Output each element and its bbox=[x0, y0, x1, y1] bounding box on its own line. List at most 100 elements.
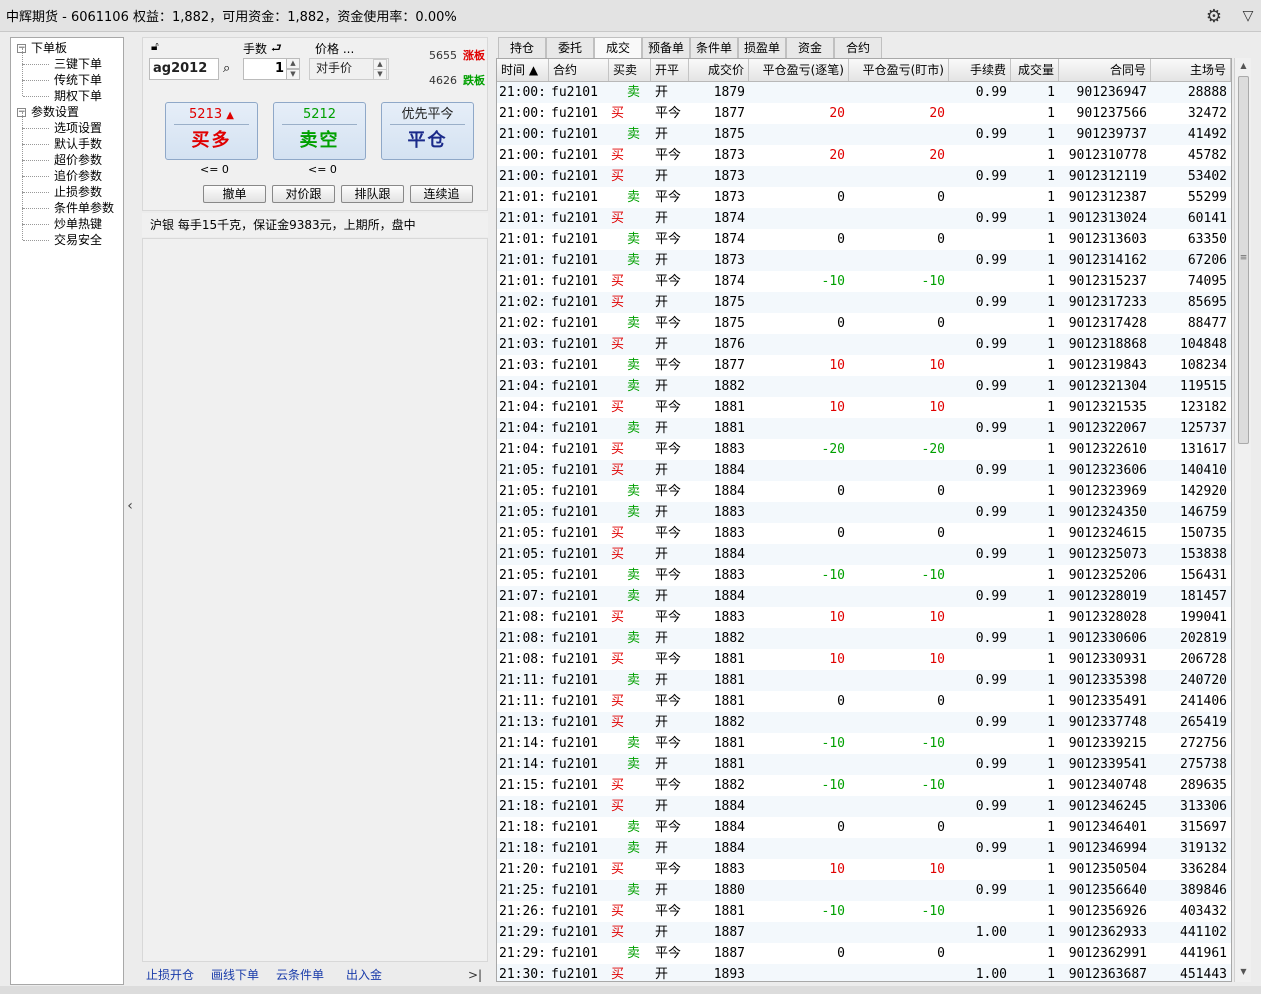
symbol-input[interactable]: ag2012 bbox=[149, 58, 219, 80]
table-row[interactable]: 21:18: fu2101 卖开 1884 0.99 1 9012346994 319132 bbox=[497, 838, 1231, 859]
qty-toggle-icon[interactable]: ⮐ bbox=[271, 39, 282, 60]
stop-loss-open-link[interactable]: 止损开仓 bbox=[146, 964, 194, 986]
scroll-up-icon[interactable]: ▲ bbox=[1235, 58, 1252, 74]
table-row[interactable]: 21:30: fu2101 买 开 1893 1.00 1 9012363687 451443 bbox=[497, 964, 1231, 981]
table-row[interactable]: 21:18: fu2101 卖平今 1884 0 0 1 9012346401 315697 bbox=[497, 817, 1231, 838]
table-row[interactable]: 21:01: fu2101 卖开 1873 0.99 1 9012314162 67206 bbox=[497, 250, 1231, 271]
cloud-condition-link[interactable]: 云条件单 bbox=[276, 964, 324, 986]
price-label[interactable]: 价格 ... bbox=[315, 40, 354, 57]
table-row[interactable]: 21:08: fu2101 买 平今 1883 10 10 1 9012328028 199041 bbox=[497, 607, 1231, 628]
tree-item[interactable]: 选项设置 bbox=[11, 112, 123, 136]
tab-2[interactable]: 成交 bbox=[594, 37, 642, 58]
scroll-down-icon[interactable]: ▼ bbox=[1235, 964, 1252, 980]
table-row[interactable]: 21:29: fu2101 买 开 1887 1.00 1 9012362933 441102 bbox=[497, 922, 1231, 943]
table-row[interactable]: 21:11: fu2101 卖开 1881 0.99 1 9012335398 240720 bbox=[497, 670, 1231, 691]
table-row[interactable]: 21:08: fu2101 买 平今 1881 10 10 1 9012330931 206728 bbox=[497, 649, 1231, 670]
column-header[interactable]: 主场号 bbox=[1151, 59, 1231, 81]
queue-follow-button[interactable]: 排队跟 bbox=[341, 185, 404, 203]
table-row[interactable]: 21:01: fu2101 买 开 1874 0.99 1 9012313024 60141 bbox=[497, 208, 1231, 229]
tree-group-1[interactable]: − 参数设置 bbox=[11, 104, 123, 120]
column-header[interactable]: 成交价 bbox=[689, 59, 749, 81]
qty-input[interactable]: 1 bbox=[243, 58, 289, 80]
table-row[interactable]: 21:08: fu2101 卖开 1882 0.99 1 9012330606 202819 bbox=[497, 628, 1231, 649]
table-row[interactable]: 21:00: fu2101 买 平今 1877 20 20 1 901237566 32472 bbox=[497, 103, 1231, 124]
table-row[interactable]: 21:05: fu2101 买 平今 1883 0 0 1 9012324615 150735 bbox=[497, 523, 1231, 544]
tree-item[interactable]: 止损参数 bbox=[11, 176, 123, 200]
qty-down-icon[interactable]: ▼ bbox=[286, 69, 300, 80]
table-row[interactable]: 21:15: fu2101 买 平今 1882 -10 -10 1 9012340748 2896… bbox=[497, 775, 1231, 796]
table-row[interactable]: 21:00: fu2101 卖开 1879 0.99 1 901236947 28888 bbox=[497, 82, 1231, 103]
table-row[interactable]: 21:04: fu2101 买 平今 1881 10 10 1 9012321535 123182 bbox=[497, 397, 1231, 418]
table-row[interactable]: 21:25: fu2101 卖开 1880 0.99 1 9012356640 389846 bbox=[497, 880, 1231, 901]
tree-item[interactable]: 交易安全 bbox=[11, 224, 123, 248]
table-row[interactable]: 21:04: fu2101 买 平今 1883 -20 -20 1 9012322610 1316… bbox=[497, 439, 1231, 460]
tree-item[interactable]: 三键下单 bbox=[11, 48, 123, 72]
expand-end-icon[interactable]: >| bbox=[468, 964, 482, 986]
collapse-left-icon[interactable]: ‹ bbox=[124, 498, 136, 518]
tab-7[interactable]: 合约 bbox=[834, 37, 882, 58]
table-row[interactable]: 21:00: fu2101 卖开 1875 0.99 1 901239737 41492 bbox=[497, 124, 1231, 145]
close-position-button[interactable]: 优先平今 平仓 bbox=[381, 102, 474, 160]
column-header[interactable]: 合约 bbox=[549, 59, 609, 81]
tab-1[interactable]: 委托 bbox=[546, 37, 594, 58]
qty-up-icon[interactable]: ▲ bbox=[286, 58, 300, 69]
column-header[interactable]: 成交量 bbox=[1011, 59, 1059, 81]
column-header[interactable]: 平仓盈亏(逐笔) bbox=[749, 59, 849, 81]
tree-item[interactable]: 期权下单 bbox=[11, 80, 123, 104]
column-header[interactable]: 平仓盈亏(盯市) bbox=[849, 59, 949, 81]
price-down-icon[interactable]: ▼ bbox=[373, 69, 387, 80]
sell-short-button[interactable]: 5212 卖空 bbox=[273, 102, 366, 160]
tree-item[interactable]: 炒单热键 bbox=[11, 208, 123, 232]
table-row[interactable]: 21:02: fu2101 卖平今 1875 0 0 1 9012317428 88477 bbox=[497, 313, 1231, 334]
cancel-order-button[interactable]: 撤单 bbox=[203, 185, 266, 203]
table-row[interactable]: 21:07: fu2101 卖开 1884 0.99 1 9012328019 181457 bbox=[497, 586, 1231, 607]
line-order-link[interactable]: 画线下单 bbox=[211, 964, 259, 986]
tree-item[interactable]: 传统下单 bbox=[11, 64, 123, 88]
search-icon[interactable]: ⌕ bbox=[223, 61, 230, 76]
table-row[interactable]: 21:01: fu2101 卖平今 1873 0 0 1 9012312387 55299 bbox=[497, 187, 1231, 208]
tree-item[interactable]: 追价参数 bbox=[11, 160, 123, 184]
fund-transfer-link[interactable]: 出入金 bbox=[346, 964, 382, 986]
table-row[interactable]: 21:02: fu2101 买 开 1875 0.99 1 9012317233 85695 bbox=[497, 292, 1231, 313]
tree-item[interactable]: 条件单参数 bbox=[11, 192, 123, 216]
column-header[interactable]: 手续费 bbox=[949, 59, 1011, 81]
table-row[interactable]: 21:01: fu2101 买 平今 1874 -10 -10 1 9012315237 7409… bbox=[497, 271, 1231, 292]
table-row[interactable]: 21:11: fu2101 买 平今 1881 0 0 1 9012335491 241406 bbox=[497, 691, 1231, 712]
column-header[interactable]: 买卖 bbox=[609, 59, 651, 81]
gear-icon[interactable]: ⚙ bbox=[1204, 6, 1224, 27]
tab-4[interactable]: 条件单 bbox=[690, 37, 738, 58]
chevron-down-icon[interactable]: ▽ bbox=[1238, 6, 1258, 26]
table-row[interactable]: 21:01: fu2101 卖平今 1874 0 0 1 9012313603 63350 bbox=[497, 229, 1231, 250]
follow-opponent-button[interactable]: 对价跟 bbox=[272, 185, 335, 203]
table-row[interactable]: 21:14: fu2101 卖平今 1881 -10 -10 1 9012339215 2727… bbox=[497, 733, 1231, 754]
table-row[interactable]: 21:03: fu2101 买 开 1876 0.99 1 9012318868 104848 bbox=[497, 334, 1231, 355]
table-row[interactable]: 21:05: fu2101 卖平今 1883 -10 -10 1 9012325206 1564… bbox=[497, 565, 1231, 586]
table-row[interactable]: 21:05: fu2101 买 开 1884 0.99 1 9012323606 140410 bbox=[497, 460, 1231, 481]
table-row[interactable]: 21:20: fu2101 买 平今 1883 10 10 1 9012350504 336284 bbox=[497, 859, 1231, 880]
vertical-scrollbar[interactable]: ▲ ≡ ▼ bbox=[1234, 58, 1251, 982]
table-row[interactable]: 21:26: fu2101 买 平今 1881 -10 -10 1 9012356926 4034… bbox=[497, 901, 1231, 922]
tab-6[interactable]: 资金 bbox=[786, 37, 834, 58]
lock-icon[interactable]: 🔓︎ bbox=[151, 39, 159, 54]
tree-item[interactable]: 默认手数 bbox=[11, 128, 123, 152]
table-row[interactable]: 21:04: fu2101 卖开 1882 0.99 1 9012321304 119515 bbox=[497, 376, 1231, 397]
table-row[interactable]: 21:13: fu2101 买 开 1882 0.99 1 9012337748 265419 bbox=[497, 712, 1231, 733]
table-row[interactable]: 21:03: fu2101 卖平今 1877 10 10 1 9012319843 108234 bbox=[497, 355, 1231, 376]
table-row[interactable]: 21:00: fu2101 买 开 1873 0.99 1 9012312119 53402 bbox=[497, 166, 1231, 187]
table-row[interactable]: 21:00: fu2101 买 平今 1873 20 20 1 9012310778 45782 bbox=[497, 145, 1231, 166]
tree-item[interactable]: 超价参数 bbox=[11, 144, 123, 168]
table-row[interactable]: 21:04: fu2101 卖开 1881 0.99 1 9012322067 125737 bbox=[497, 418, 1231, 439]
column-header[interactable]: 合同号 bbox=[1059, 59, 1151, 81]
table-row[interactable]: 21:05: fu2101 买 开 1884 0.99 1 9012325073 153838 bbox=[497, 544, 1231, 565]
table-row[interactable]: 21:18: fu2101 买 开 1884 0.99 1 9012346245 313306 bbox=[497, 796, 1231, 817]
tab-5[interactable]: 损盈单 bbox=[738, 37, 786, 58]
table-row[interactable]: 21:05: fu2101 卖平今 1884 0 0 1 9012323969 142920 bbox=[497, 481, 1231, 502]
tab-3[interactable]: 预备单 bbox=[642, 37, 690, 58]
column-header[interactable]: 时间 ▲ bbox=[497, 59, 549, 81]
table-row[interactable]: 21:14: fu2101 卖开 1881 0.99 1 9012339541 275738 bbox=[497, 754, 1231, 775]
column-header[interactable]: 开平 bbox=[651, 59, 689, 81]
table-row[interactable]: 21:29: fu2101 卖平今 1887 0 0 1 9012362991 441961 bbox=[497, 943, 1231, 964]
table-row[interactable]: 21:05: fu2101 卖开 1883 0.99 1 9012324350 146759 bbox=[497, 502, 1231, 523]
tree-group-0[interactable]: − 下单板 bbox=[11, 40, 123, 56]
buy-long-button[interactable]: 5213 ▲ 买多 bbox=[165, 102, 258, 160]
